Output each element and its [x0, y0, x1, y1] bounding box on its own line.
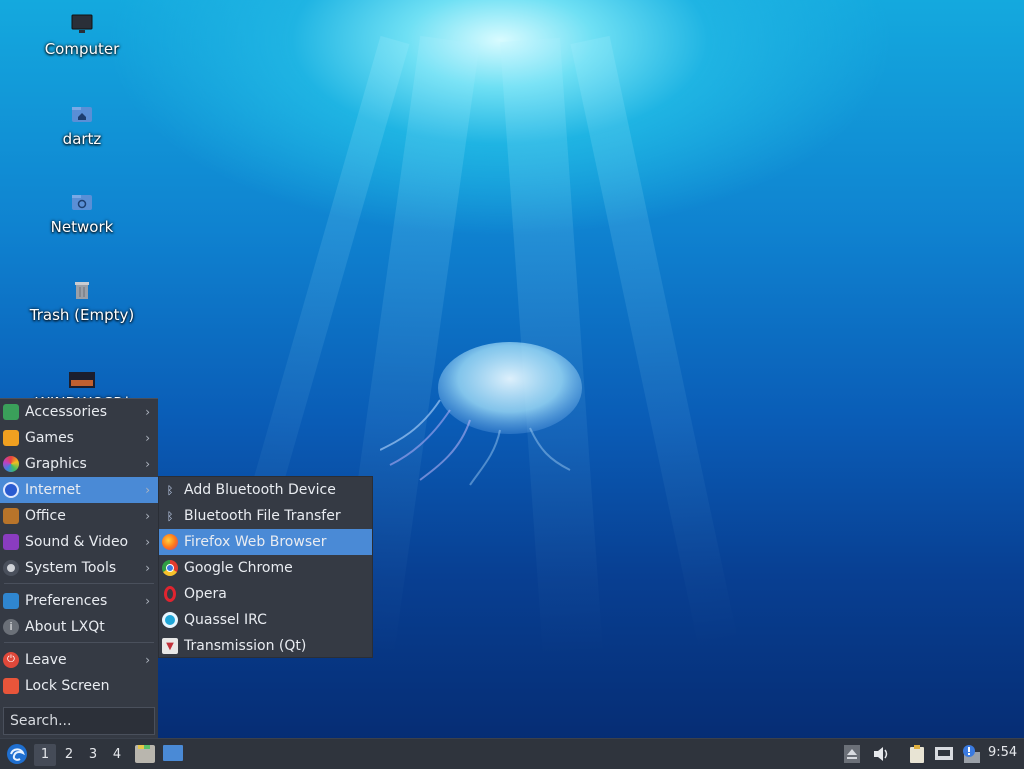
- games-icon: [3, 430, 19, 446]
- chevron-right-icon: ›: [145, 561, 150, 575]
- menu-item-graphics[interactable]: Graphics ›: [0, 451, 158, 477]
- menu-item-sound-video[interactable]: Sound & Video ›: [0, 529, 158, 555]
- system-tools-icon: [3, 560, 19, 576]
- home-folder-icon: [72, 107, 92, 122]
- submenu-item-label: Quassel IRC: [184, 612, 267, 628]
- application-menu: Accessories › Games › Graphics › Interne…: [0, 398, 158, 739]
- chevron-right-icon: ›: [145, 653, 150, 667]
- menu-item-label: About LXQt: [25, 619, 105, 635]
- graphics-icon: [3, 456, 19, 472]
- chevron-right-icon: ›: [145, 431, 150, 445]
- desktop-icon-label: Computer: [44, 40, 120, 58]
- menu-item-label: Lock Screen: [25, 678, 110, 694]
- jellyfish-wallpaper-image: [380, 342, 582, 486]
- preferences-icon: [3, 593, 19, 609]
- submenu-item-google-chrome[interactable]: Google Chrome: [159, 555, 372, 581]
- menu-item-label: Games: [25, 430, 74, 446]
- menu-item-label: Preferences: [25, 593, 108, 609]
- workspace-4-button[interactable]: 4: [106, 744, 128, 766]
- internet-icon: [3, 482, 19, 498]
- accessories-icon: [3, 404, 19, 420]
- network-icon[interactable]: [934, 744, 954, 764]
- chevron-right-icon: ›: [145, 457, 150, 471]
- desktop-icon-network[interactable]: Network: [22, 192, 142, 236]
- menu-item-accessories[interactable]: Accessories ›: [0, 399, 158, 425]
- office-icon: [3, 508, 19, 524]
- volume-icon[interactable]: [871, 744, 891, 764]
- opera-icon: [164, 586, 176, 602]
- menu-item-label: Internet: [25, 482, 81, 498]
- submenu-item-transmission[interactable]: ▼ Transmission (Qt): [159, 633, 372, 659]
- menu-search-input[interactable]: Search...: [3, 707, 155, 735]
- submenu-item-label: Transmission (Qt): [184, 638, 307, 654]
- menu-item-lock-screen[interactable]: Lock Screen: [0, 673, 158, 699]
- menu-item-system-tools[interactable]: System Tools ›: [0, 555, 158, 581]
- chevron-right-icon: ›: [145, 594, 150, 608]
- menu-separator: [4, 642, 154, 643]
- chrome-icon: [162, 560, 178, 576]
- menu-item-label: Leave: [25, 652, 67, 668]
- menu-item-internet[interactable]: Internet ›: [0, 477, 158, 503]
- desktop-icon-label: Network: [50, 218, 114, 236]
- network-folder-icon: [72, 195, 92, 210]
- desktop-icon-home[interactable]: dartz: [22, 104, 142, 148]
- firefox-icon: [162, 534, 178, 550]
- bluetooth-icon: ᛒ: [166, 483, 174, 497]
- menu-item-label: Sound & Video: [25, 534, 129, 550]
- notification-icon[interactable]: [961, 744, 981, 764]
- submenu-item-label: Add Bluetooth Device: [184, 482, 336, 498]
- menu-item-label: Accessories: [25, 404, 108, 420]
- eject-icon[interactable]: [842, 744, 862, 764]
- chevron-right-icon: ›: [145, 483, 150, 497]
- menu-separator: [4, 583, 154, 584]
- desktop-icon-computer[interactable]: Computer: [22, 14, 142, 58]
- submenu-item-label: Opera: [184, 586, 227, 602]
- submenu-item-firefox[interactable]: Firefox Web Browser: [159, 529, 372, 555]
- menu-item-leave[interactable]: ⏻ Leave ›: [0, 647, 158, 673]
- menu-item-office[interactable]: Office ›: [0, 503, 158, 529]
- internet-submenu: ᛒ Add Bluetooth Device ᛒ Bluetooth File …: [158, 476, 373, 658]
- desktop-icon-trash[interactable]: Trash (Empty): [22, 280, 142, 324]
- desktop-icon-label: Trash (Empty): [29, 306, 135, 324]
- file-manager-launcher-icon[interactable]: [134, 743, 156, 765]
- submenu-item-add-bluetooth-device[interactable]: ᛒ Add Bluetooth Device: [159, 477, 372, 503]
- workspace-1-button[interactable]: 1: [34, 744, 56, 766]
- menu-item-preferences[interactable]: Preferences ›: [0, 588, 158, 614]
- trash-icon: [75, 282, 89, 299]
- submenu-item-opera[interactable]: Opera: [159, 581, 372, 607]
- show-desktop-icon[interactable]: [162, 744, 184, 764]
- clipboard-icon[interactable]: [907, 744, 927, 764]
- menu-item-about-lxqt[interactable]: i About LXQt: [0, 614, 158, 640]
- submenu-item-label: Firefox Web Browser: [184, 534, 327, 550]
- chevron-right-icon: ›: [145, 509, 150, 523]
- lock-icon: [3, 678, 19, 694]
- info-icon: i: [3, 619, 19, 635]
- submenu-item-label: Google Chrome: [184, 560, 293, 576]
- menu-item-label: System Tools: [25, 560, 117, 576]
- submenu-item-bluetooth-file-transfer[interactable]: ᛒ Bluetooth File Transfer: [159, 503, 372, 529]
- monitor-icon: [71, 14, 93, 33]
- taskbar: 1 2 3 4 9:54: [0, 738, 1024, 769]
- submenu-item-quassel-irc[interactable]: Quassel IRC: [159, 607, 372, 633]
- menu-item-label: Office: [25, 508, 66, 524]
- clock[interactable]: 9:54: [988, 745, 1017, 760]
- workspace-2-button[interactable]: 2: [58, 744, 80, 766]
- power-icon: ⏻: [3, 652, 19, 668]
- sound-video-icon: [3, 534, 19, 550]
- workspace-3-button[interactable]: 3: [82, 744, 104, 766]
- submenu-item-label: Bluetooth File Transfer: [184, 508, 341, 524]
- menu-item-games[interactable]: Games ›: [0, 425, 158, 451]
- lxqt-menu-button-icon[interactable]: [5, 742, 29, 766]
- bluetooth-icon: ᛒ: [166, 509, 174, 523]
- chevron-right-icon: ›: [145, 405, 150, 419]
- desktop-icon-label: dartz: [62, 130, 102, 148]
- image-file-icon: [69, 372, 95, 388]
- chevron-right-icon: ›: [145, 535, 150, 549]
- quassel-icon: [162, 612, 178, 628]
- menu-item-label: Graphics: [25, 456, 87, 472]
- transmission-icon: ▼: [162, 638, 178, 654]
